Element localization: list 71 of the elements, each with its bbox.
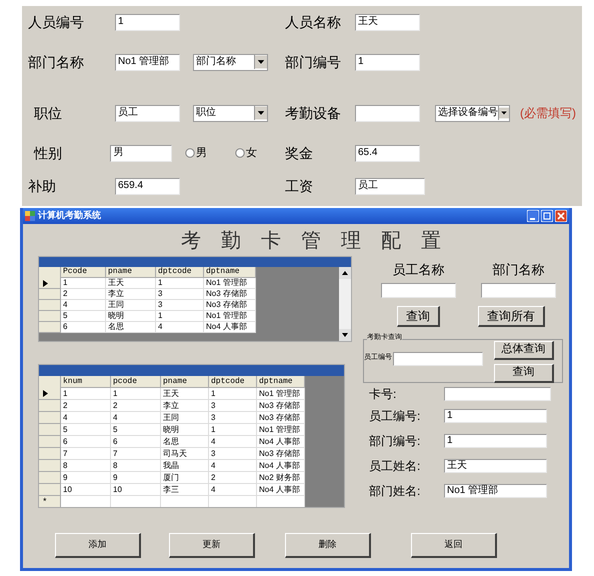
search-label: 部门名称 — [492, 261, 544, 279]
field-label: 工资 — [285, 176, 314, 196]
button[interactable]: 查询 — [494, 364, 554, 382]
field-label: 性别 — [32, 144, 63, 162]
detail-label: 部门编号: — [369, 432, 422, 450]
table-cell: 4 — [156, 322, 204, 333]
dropdown[interactable]: 选择设备编号 — [435, 104, 510, 122]
scroll-down-icon[interactable] — [339, 329, 351, 341]
field-label: 人员编号 — [28, 12, 85, 32]
search-label: 员工名称 — [392, 261, 444, 279]
field-label: 部门编号 — [285, 52, 342, 72]
close-icon[interactable] — [555, 210, 567, 222]
field-label: 奖金 — [285, 144, 314, 162]
button[interactable]: 查询 — [397, 306, 440, 326]
field-label: 人员名称 — [285, 12, 342, 32]
table-cell: No4 人事部 — [204, 322, 256, 333]
input-field[interactable]: 男 — [110, 144, 172, 162]
input-field[interactable]: 王天 — [355, 14, 420, 30]
input-field[interactable]: 659.4 — [115, 178, 180, 194]
table-cell: 名思 — [106, 322, 156, 333]
field-label: 考勤设备 — [285, 104, 342, 122]
minimize-icon[interactable] — [527, 210, 539, 222]
input-field[interactable]: 65.4 — [355, 144, 420, 162]
button[interactable]: 返回 — [411, 532, 497, 558]
field-label: 职位 — [33, 104, 63, 122]
dropdown[interactable]: 职位 — [193, 104, 268, 122]
input-field[interactable]: No1 管理部 — [115, 54, 180, 70]
table-cell: 6 — [61, 322, 106, 333]
button[interactable]: 总体查询 — [494, 340, 554, 360]
caret-icon — [498, 106, 509, 120]
row-header[interactable] — [39, 278, 61, 289]
input-field[interactable]: 1 — [444, 408, 547, 422]
detail-label: 员工姓名: — [369, 458, 422, 474]
input-field[interactable]: 1 — [115, 14, 180, 30]
input-field[interactable] — [355, 104, 420, 122]
detail-label: 卡号: — [369, 386, 398, 402]
field-label: 补助 — [28, 176, 57, 196]
dropdown[interactable]: 部门名称 — [193, 54, 268, 70]
search-field[interactable] — [381, 282, 456, 298]
input-field[interactable]: 员工 — [115, 104, 180, 122]
row-pointer-icon — [43, 280, 48, 286]
input-field[interactable]: 王天 — [444, 458, 547, 472]
button[interactable]: 更新 — [169, 532, 255, 558]
row-header[interactable] — [39, 388, 61, 400]
button[interactable]: 删除 — [285, 532, 371, 558]
caret-icon — [254, 55, 267, 69]
radio-button[interactable] — [185, 148, 195, 158]
maximize-icon[interactable] — [541, 210, 553, 222]
button[interactable]: 查询所有 — [478, 306, 545, 326]
radio-label: 女 — [246, 146, 257, 161]
required-note: (必需填写) — [520, 105, 576, 122]
radio-button[interactable] — [235, 148, 245, 158]
button[interactable]: 添加 — [55, 532, 141, 558]
field-label: 部门名称 — [28, 52, 85, 72]
radio-label: 男 — [196, 146, 207, 161]
new-row-header[interactable]: * — [39, 496, 61, 507]
search-field[interactable] — [481, 282, 556, 298]
input-field[interactable]: 1 — [355, 54, 420, 70]
window-title: 计算机考勤系统 — [38, 209, 101, 222]
input-field[interactable]: 员工 — [355, 178, 425, 194]
scrollbar[interactable] — [339, 267, 351, 341]
detail-label: 部门姓名: — [369, 482, 422, 500]
page-heading: 考勤卡管理配置 — [181, 227, 461, 254]
scroll-up-icon[interactable] — [339, 267, 351, 279]
caret-icon — [254, 106, 267, 120]
app-icon — [25, 211, 35, 221]
row-pointer-icon — [43, 390, 48, 397]
input-field[interactable]: 1 — [444, 434, 547, 448]
input-field[interactable] — [393, 352, 483, 366]
detail-label: 员工编号: — [369, 408, 422, 424]
input-field[interactable] — [444, 386, 551, 400]
